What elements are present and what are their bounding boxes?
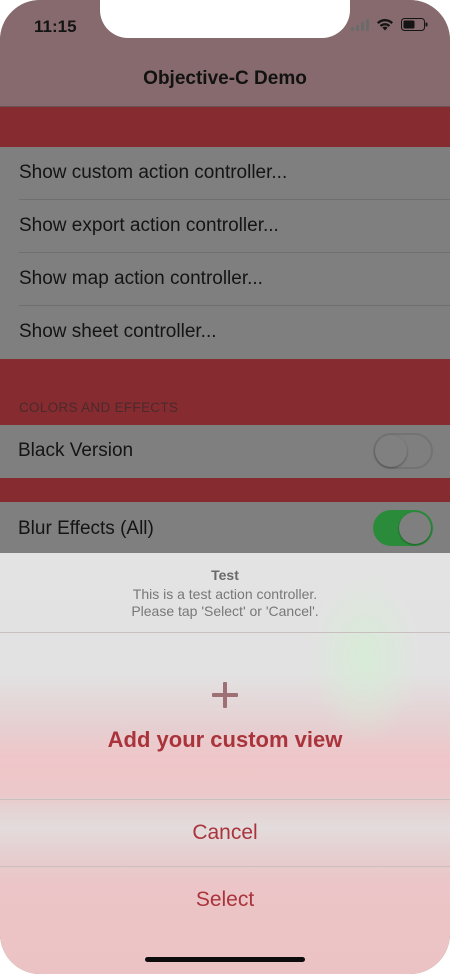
section-spacer: [0, 478, 450, 502]
navigation-bar: Objective-C Demo: [0, 55, 450, 107]
sheet-title: Test: [211, 567, 239, 583]
action-sheet: Test This is a test action controller. P…: [0, 553, 450, 974]
row-blur-effects: Blur Effects (All): [0, 502, 450, 555]
sheet-message-line: Please tap 'Select' or 'Cancel'.: [131, 603, 319, 619]
toggle-label: Blur Effects (All): [18, 518, 154, 539]
custom-view-area[interactable]: Add your custom view: [0, 633, 450, 799]
sheet-message-line: This is a test action controller.: [132, 586, 318, 602]
section-header: COLORS AND EFFECTS: [19, 400, 179, 415]
row-label: Show sheet controller...: [19, 321, 217, 342]
select-button[interactable]: Select: [0, 867, 450, 933]
row-label: Show custom action controller...: [19, 162, 288, 183]
toggle-knob: [375, 435, 407, 467]
black-version-toggle[interactable]: [373, 433, 433, 469]
row-label: Show map action controller...: [19, 268, 263, 289]
row-black-version: Black Version: [0, 425, 450, 478]
device-notch: [100, 0, 350, 38]
section-spacer: [0, 107, 450, 147]
custom-view-label: Add your custom view: [107, 727, 343, 752]
sheet-message: This is a test action controller. Please…: [0, 586, 450, 620]
blur-effects-toggle[interactable]: [373, 510, 433, 546]
toggle-label: Black Version: [18, 440, 134, 461]
row-custom-action-controller[interactable]: Show custom action controller...: [0, 147, 450, 200]
row-label: Show export action controller...: [19, 215, 279, 236]
home-indicator[interactable]: [145, 957, 305, 962]
row-map-action-controller[interactable]: Show map action controller...: [0, 253, 450, 306]
row-sheet-controller[interactable]: Show sheet controller...: [0, 306, 450, 359]
nav-title: Objective-C Demo: [143, 68, 307, 89]
status-bar: 11:15: [0, 0, 450, 55]
cancel-button[interactable]: Cancel: [0, 800, 450, 866]
wifi-icon: [376, 18, 394, 31]
battery-icon: [401, 18, 428, 31]
toggle-knob: [399, 512, 431, 544]
plus-icon: [212, 682, 238, 708]
cellular-signal-icon: [351, 18, 369, 31]
row-export-action-controller[interactable]: Show export action controller...: [0, 200, 450, 253]
app-screen: 11:15 Objective-C Demo Show custom actio…: [0, 0, 450, 974]
status-icons: [351, 18, 428, 31]
status-time: 11:15: [34, 17, 77, 36]
section-spacer: [0, 359, 450, 425]
